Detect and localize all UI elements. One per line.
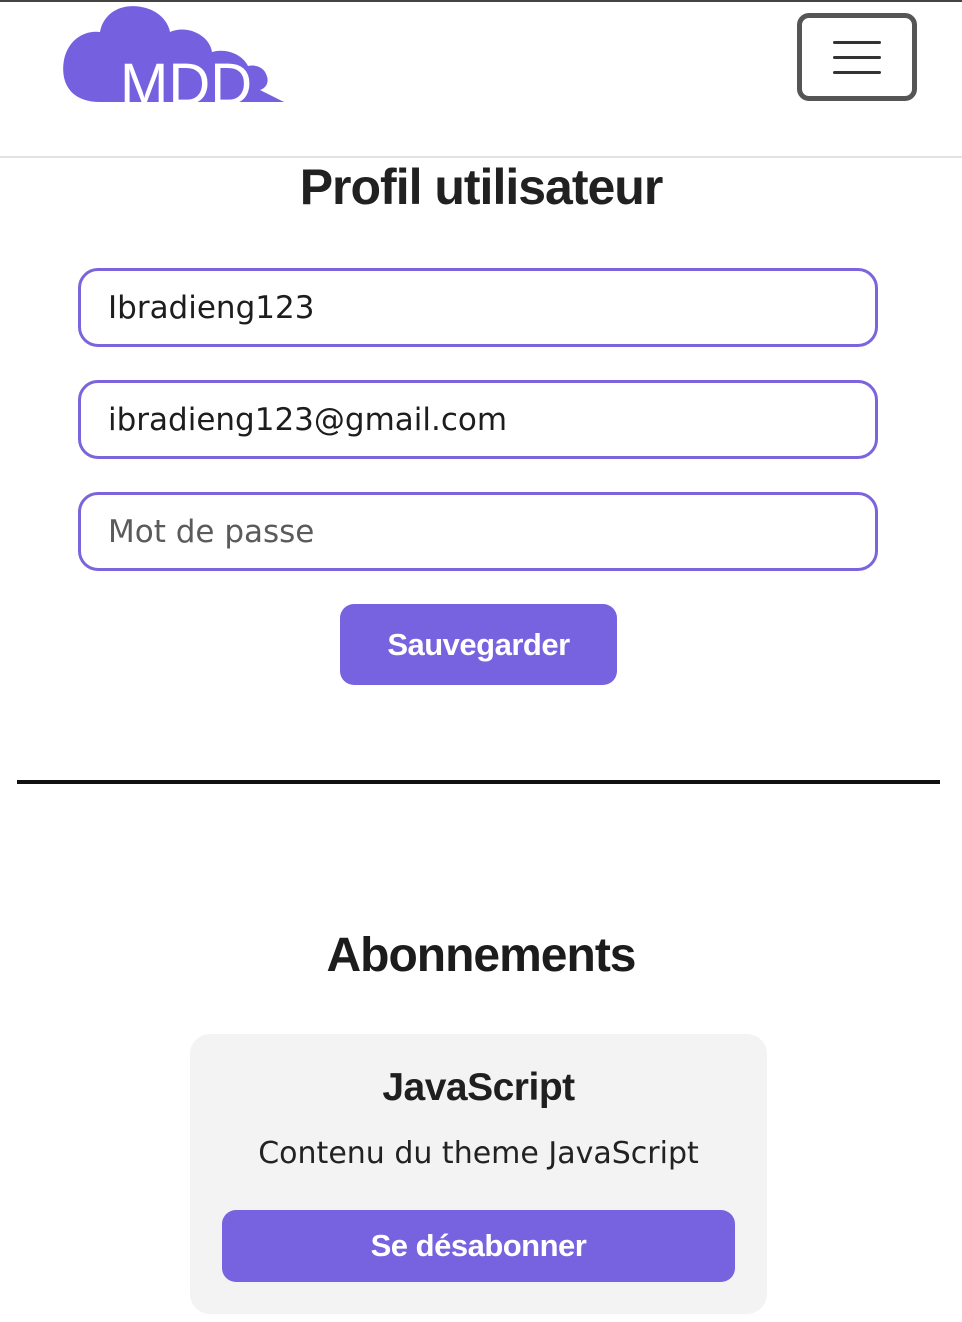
email-field[interactable] xyxy=(78,380,878,459)
hamburger-icon xyxy=(833,29,881,86)
section-divider xyxy=(17,780,940,784)
subscriptions-title: Abonnements xyxy=(326,929,636,982)
username-field[interactable] xyxy=(78,268,878,347)
menu-toggle-button[interactable] xyxy=(797,13,917,101)
logo-text: MDD xyxy=(120,52,252,106)
page-title: Profil utilisateur xyxy=(299,159,664,215)
subscription-description: Contenu du theme JavaScript xyxy=(258,1136,699,1171)
app-header: MDD xyxy=(0,2,962,158)
mdd-logo[interactable]: MDD xyxy=(60,2,296,106)
save-button[interactable]: Sauvegarder xyxy=(340,604,617,685)
logo-cloud-icon: MDD xyxy=(63,6,284,106)
subscription-card: JavaScript Contenu du theme JavaScript S… xyxy=(190,1034,767,1314)
subscription-title: JavaScript xyxy=(382,1066,575,1109)
password-field[interactable] xyxy=(78,492,878,571)
unsubscribe-button[interactable]: Se désabonner xyxy=(222,1210,735,1282)
